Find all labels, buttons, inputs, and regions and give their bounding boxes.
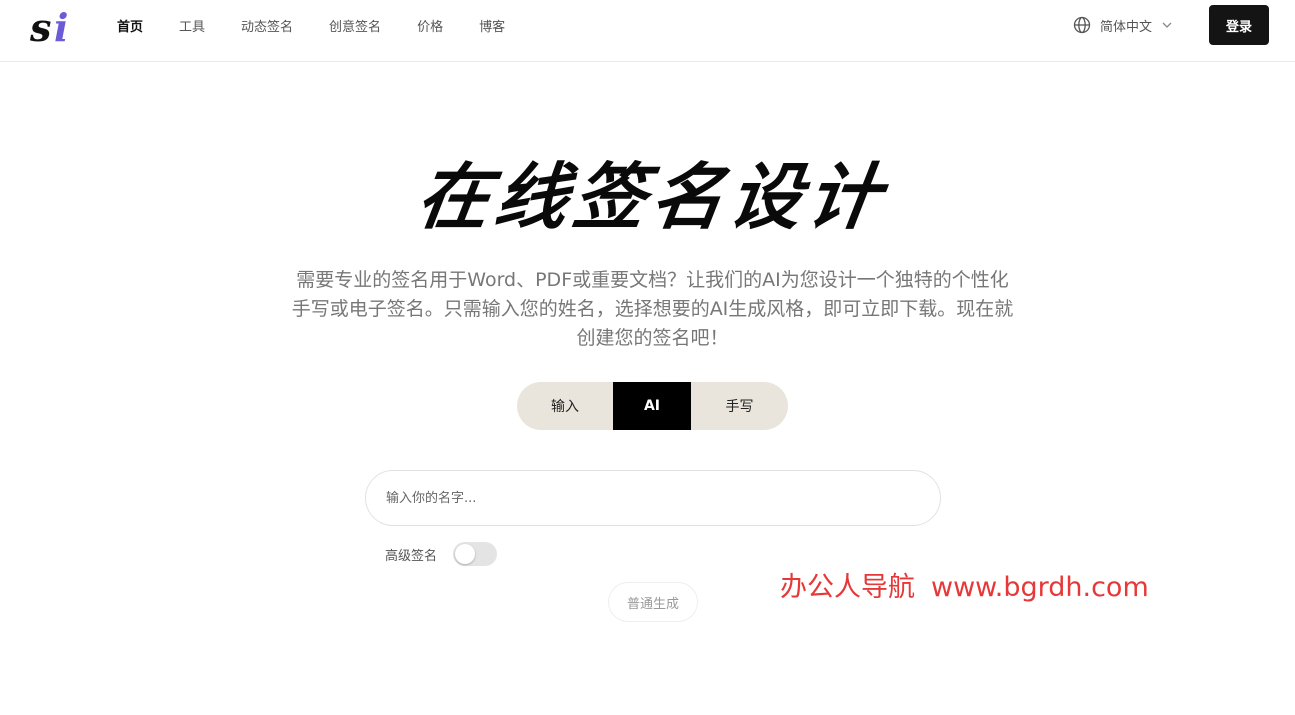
watermark: 办公人导航 www.bgrdh.com <box>780 565 1149 604</box>
subtitle-line: 创建您的签名吧！ <box>576 327 729 349</box>
nav-animated-signature[interactable]: 动态签名 <box>241 16 293 35</box>
subtitle-line: 手写或电子签名。只需输入您的姓名，选择想要的AI生成风格，即可立即下载。现在就 <box>291 298 1014 320</box>
tab-handwrite[interactable]: 手写 <box>691 382 788 430</box>
globe-icon <box>1073 16 1091 34</box>
name-input[interactable] <box>365 470 941 526</box>
mode-tabs: 输入 AI 手写 <box>517 382 788 430</box>
tab-ai[interactable]: AI <box>613 382 691 430</box>
watermark-text: 办公人导航 <box>780 572 915 603</box>
toggle-knob <box>455 544 475 564</box>
top-header: s i 首页 工具 动态签名 创意签名 价格 博客 简体中文 登录 <box>0 0 1295 62</box>
nav-creative-signature[interactable]: 创意签名 <box>329 16 381 35</box>
language-selector[interactable]: 简体中文 <box>1073 15 1173 35</box>
main-nav: 首页 工具 动态签名 创意签名 价格 博客 <box>117 0 541 50</box>
nav-home[interactable]: 首页 <box>117 16 143 35</box>
hero-title: 在线签名设计 <box>412 155 892 240</box>
watermark-url: www.bgrdh.com <box>931 572 1149 603</box>
logo[interactable]: s i <box>28 4 78 48</box>
logo-letter-i: i <box>54 5 68 48</box>
chevron-down-icon <box>1162 22 1172 28</box>
generate-button[interactable]: 普通生成 <box>608 582 698 622</box>
nav-tools[interactable]: 工具 <box>179 16 205 35</box>
advanced-signature-toggle[interactable] <box>453 542 497 566</box>
tab-input[interactable]: 输入 <box>517 382 613 430</box>
hero-title-text: 在线签名设计 <box>412 155 892 240</box>
nav-pricing[interactable]: 价格 <box>417 16 443 35</box>
nav-blog[interactable]: 博客 <box>479 16 505 35</box>
advanced-signature-label: 高级签名 <box>385 549 438 564</box>
login-button[interactable]: 登录 <box>1209 5 1269 45</box>
subtitle-line: 需要专业的签名用于Word、PDF或重要文档？让我们的AI为您设计一个独特的个性… <box>296 269 1009 291</box>
logo-letter-s: s <box>29 5 51 48</box>
language-label: 简体中文 <box>1100 19 1153 35</box>
hero-subtitle: 需要专业的签名用于Word、PDF或重要文档？让我们的AI为您设计一个独特的个性… <box>270 266 1035 353</box>
